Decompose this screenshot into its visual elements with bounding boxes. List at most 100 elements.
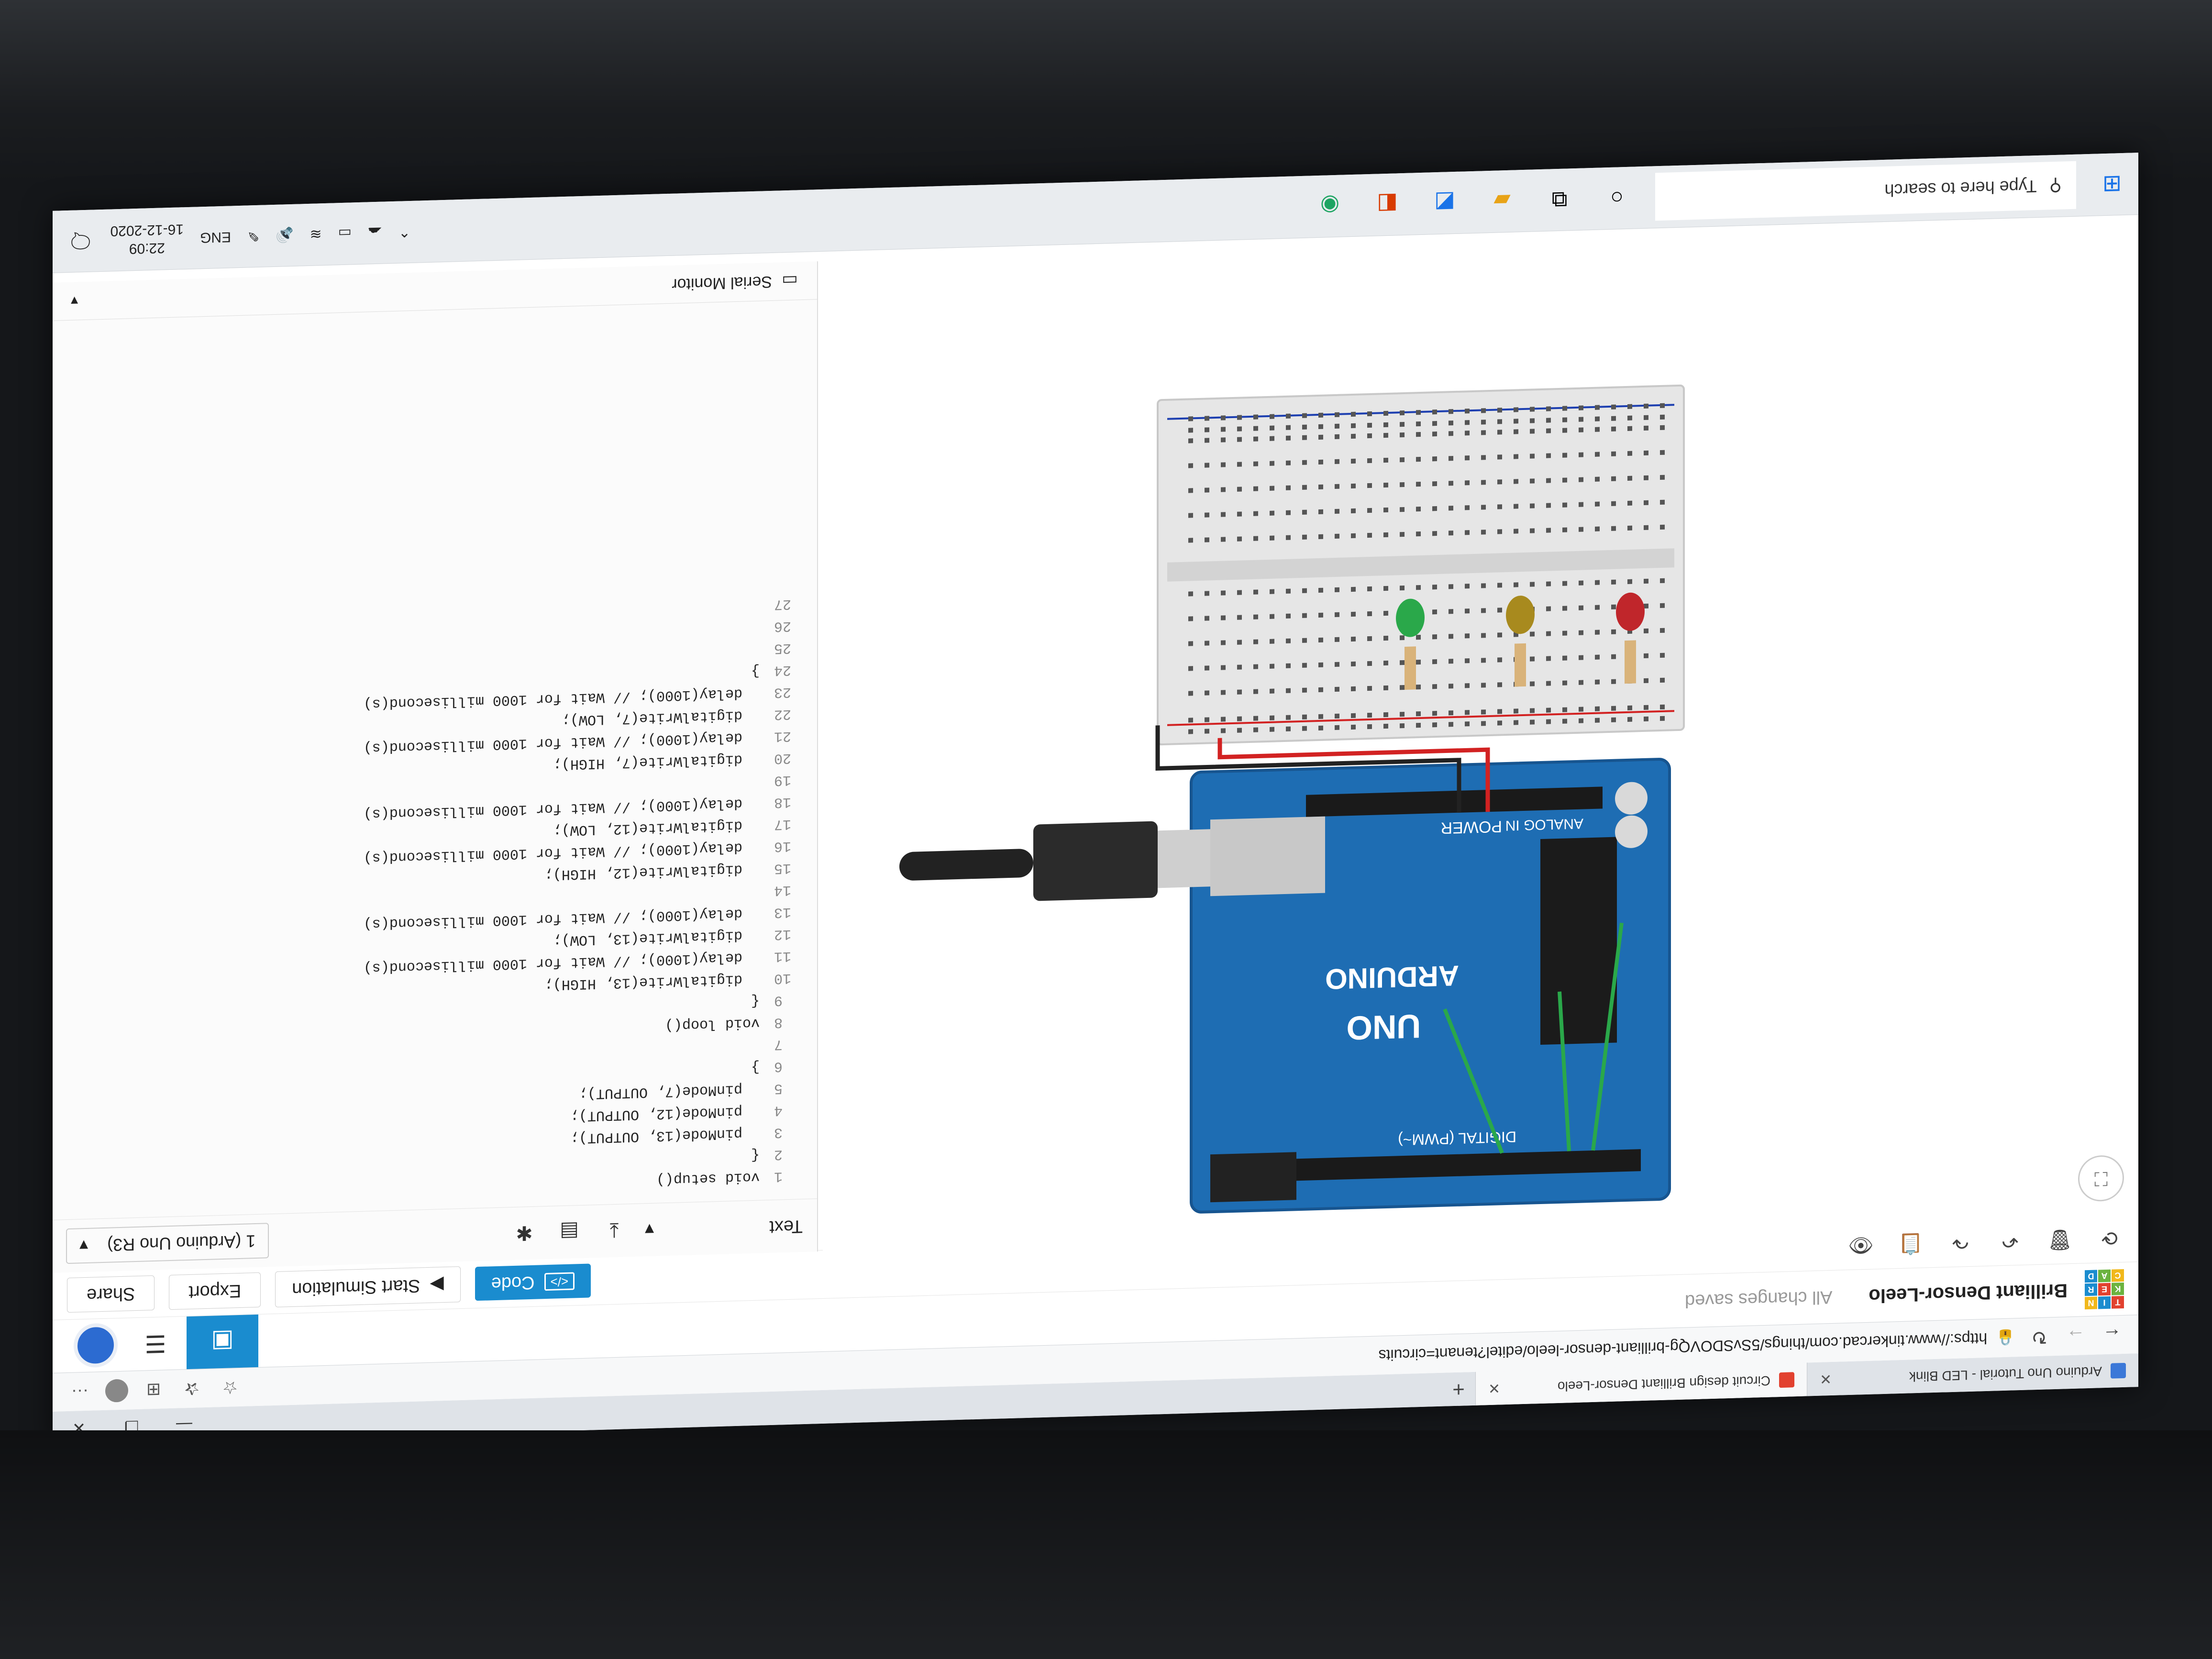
back-arrow-icon[interactable]: ←	[2100, 1324, 2124, 1346]
breadboard-hole	[1432, 531, 1437, 536]
breadboard-hole	[1335, 459, 1339, 465]
tinkercad-logo[interactable]: TIN KER CAD	[2085, 1269, 2124, 1310]
component-list-button[interactable]: ☰	[124, 1316, 187, 1371]
breadboard-hole	[1595, 605, 1600, 610]
start-simulation-button[interactable]: ▶ Start Simulation	[275, 1266, 461, 1308]
export-button[interactable]: Export	[169, 1272, 261, 1310]
breadboard-hole	[1579, 580, 1583, 586]
breadboard-hole	[1562, 655, 1567, 661]
line-number: 8	[774, 1014, 783, 1030]
onedrive-icon[interactable]: ☁	[368, 224, 382, 241]
rail-hole	[1383, 723, 1388, 729]
close-tab-icon[interactable]: ✕	[1488, 1380, 1500, 1397]
code-mode-dropdown[interactable]: Text ▾	[645, 1215, 803, 1241]
share-button[interactable]: Share	[67, 1275, 155, 1313]
battery-icon[interactable]: ▭	[338, 225, 352, 242]
breadboard-hole	[1481, 633, 1486, 638]
usb-cable	[899, 821, 1210, 901]
task-view-icon[interactable]: ⧉	[1540, 186, 1579, 213]
volume-icon[interactable]: 🔊	[276, 226, 293, 243]
logo-letter: K	[2112, 1282, 2124, 1295]
new-tab-button[interactable]: +	[1442, 1372, 1475, 1406]
more-menu-icon[interactable]: ···	[67, 1382, 93, 1403]
rail-hole	[1205, 717, 1209, 722]
circuit-view-button[interactable]: ▣	[187, 1314, 258, 1370]
pen-icon[interactable]: ✎	[247, 227, 259, 244]
breadboard-hole	[1449, 506, 1453, 511]
rail-hole	[1270, 414, 1274, 419]
breadboard-hole	[1253, 536, 1258, 541]
undo-icon[interactable]: ↶	[1996, 1229, 2024, 1253]
breadboard-hole	[1465, 455, 1470, 461]
breadboard-hole	[1562, 502, 1567, 508]
language-indicator[interactable]: ENG	[200, 228, 231, 245]
download-icon[interactable]: ⤓	[600, 1219, 629, 1243]
clock[interactable]: 22:09 16-12-2020	[111, 220, 184, 258]
code-button[interactable]: </> Code	[475, 1263, 591, 1301]
microcontroller-chip	[1540, 837, 1617, 1045]
breadboard-hole	[1660, 475, 1665, 480]
close-tab-icon[interactable]: ✕	[1820, 1371, 1832, 1388]
rotate-icon[interactable]: ⟳	[2095, 1226, 2124, 1250]
windows-start-icon[interactable]: ⊞	[2095, 170, 2129, 198]
office-icon[interactable]: ◧	[1368, 191, 1406, 218]
breadboard-hole	[1400, 432, 1405, 438]
store-icon[interactable]: ◩	[1426, 189, 1464, 216]
redo-icon[interactable]: ↷	[1946, 1230, 1975, 1255]
taskbar-search[interactable]: ⚲ Type here to search	[1655, 161, 2076, 221]
user-avatar[interactable]	[67, 1318, 124, 1372]
chevron-up-icon[interactable]: ⌃	[398, 223, 410, 240]
rail-hole	[1530, 418, 1535, 423]
rail-hole	[1270, 715, 1274, 720]
rail-hole	[1416, 711, 1421, 717]
breadboard-hole	[1546, 656, 1551, 661]
breadboard[interactable]	[1157, 384, 1685, 746]
rail-hole	[1383, 712, 1388, 718]
breadboard-hole	[1318, 509, 1323, 514]
code-editor[interactable]: 1 void setup() 2{3 pinMode(13, OUTPUT); 4 p…	[53, 592, 817, 1220]
refresh-icon[interactable]: ↻	[2027, 1326, 2051, 1348]
debugger-bug-icon[interactable]: ✱	[510, 1221, 539, 1246]
breadboard-hole	[1286, 460, 1291, 465]
forward-arrow-icon[interactable]: →	[2064, 1325, 2088, 1347]
arduino-uno-board[interactable]: ARDUINO UNO POWER ANALOG IN DIGITAL (PWM…	[1190, 758, 1671, 1214]
breadboard-hole	[1383, 532, 1388, 538]
line-number: 5	[774, 1080, 783, 1096]
favorite-star-icon[interactable]: ☆	[217, 1377, 243, 1398]
libraries-icon[interactable]: ▤	[555, 1220, 584, 1244]
rail-hole	[1432, 409, 1437, 415]
power-jack	[1210, 1152, 1296, 1203]
design-title[interactable]: Brilliant Densor-Leelo	[1869, 1280, 2068, 1307]
favorites-bar-icon[interactable]: ✰	[179, 1378, 205, 1399]
device-dropdown[interactable]: 1 (Arduino Uno R3) ▾	[66, 1223, 269, 1264]
breadboard-hole	[1351, 611, 1356, 617]
notes-icon[interactable]: 📋	[1896, 1232, 1925, 1256]
breadboard-hole	[1562, 680, 1567, 686]
notifications-icon[interactable]: 🗨	[67, 228, 94, 254]
rail-hole	[1270, 727, 1274, 732]
breadboard-hole	[1253, 664, 1258, 669]
breadboard-hole	[1188, 666, 1193, 671]
line-number: 19	[774, 771, 792, 788]
wifi-icon[interactable]: ≋	[310, 226, 322, 243]
serial-monitor-bar[interactable]: ▭ Serial Monitor ▾	[53, 261, 817, 321]
file-explorer-icon[interactable]: ▰	[1483, 188, 1521, 214]
lock-icon: 🔒	[1996, 1329, 2015, 1347]
breadboard-hole	[1595, 630, 1600, 635]
breadboard-hole	[1318, 662, 1323, 667]
rail-hole	[1318, 725, 1323, 730]
line-number: 27	[774, 595, 792, 612]
edge-browser-icon[interactable]: ◉	[1311, 192, 1349, 219]
rail-hole	[1497, 720, 1502, 726]
browser-profile-avatar[interactable]	[105, 1379, 128, 1403]
chevron-down-icon[interactable]: ▾	[71, 292, 78, 309]
cortana-circle-icon[interactable]: ○	[1598, 184, 1636, 211]
collections-icon[interactable]: ⊞	[141, 1379, 166, 1400]
breadboard-hole	[1221, 590, 1226, 596]
rail-hole	[1302, 714, 1307, 719]
visibility-eye-icon[interactable]: 👁	[1847, 1233, 1875, 1258]
delete-icon[interactable]: 🗑	[2046, 1228, 2074, 1252]
breadboard-hole	[1253, 511, 1258, 516]
rail-hole	[1595, 706, 1600, 711]
circuit-canvas[interactable]: ⛶ ARDUINO UNO POWER ANALOG IN DIGITAL (P…	[823, 224, 2138, 1251]
